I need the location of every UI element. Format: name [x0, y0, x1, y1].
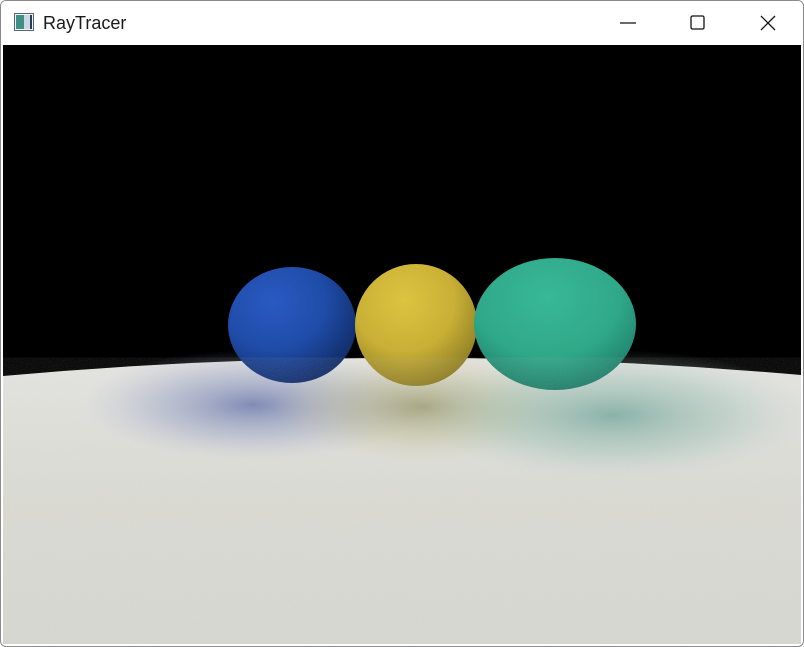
app-window-icon — [14, 13, 34, 31]
render-noise — [3, 357, 801, 644]
close-icon — [760, 15, 776, 31]
raytraced-scene — [3, 45, 801, 644]
maximize-button[interactable] — [663, 1, 733, 45]
close-button[interactable] — [733, 1, 803, 45]
minimize-button[interactable] — [593, 1, 663, 45]
raytracer-window: RayTracer — [0, 0, 804, 647]
minimize-icon — [620, 22, 636, 24]
title-bar[interactable]: RayTracer — [1, 1, 803, 45]
render-viewport — [3, 45, 801, 644]
window-title: RayTracer — [43, 13, 127, 33]
maximize-icon — [690, 15, 705, 30]
